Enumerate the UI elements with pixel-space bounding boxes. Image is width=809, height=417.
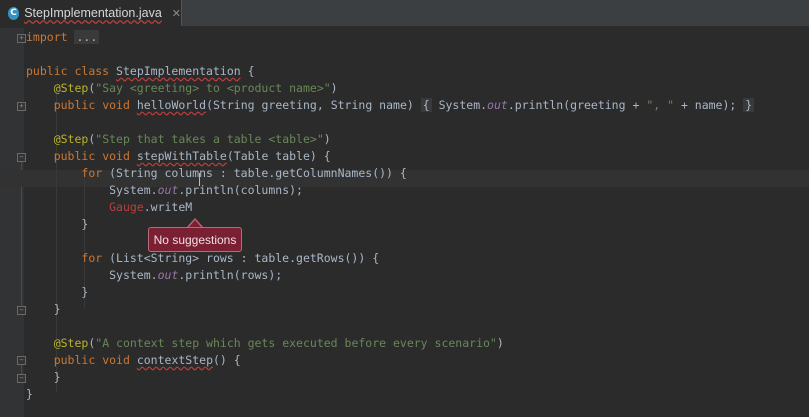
tab-title[interactable]: StepImplementation.java	[24, 6, 162, 20]
code-editor[interactable]: import ... public class StepImplementati…	[26, 28, 809, 417]
fold-end-icon[interactable]: −	[17, 374, 26, 383]
code-line: }	[53, 302, 61, 316]
code-line: @Step("Say <greeting> to <product name>"…	[53, 81, 338, 95]
code-line-current: Gauge.writeM	[109, 200, 193, 214]
code-line: public void stepWithTable(Table table) {	[53, 149, 331, 163]
fold-end-icon[interactable]: −	[17, 306, 26, 315]
code-line: }	[81, 217, 89, 231]
completion-tooltip: No suggestions	[148, 227, 242, 252]
code-line: for (List<String> rows : table.getRows()…	[81, 251, 380, 265]
fold-expand-icon[interactable]: +	[17, 34, 26, 43]
code-line: System.out.println(columns);	[109, 183, 303, 197]
code-line: import ...	[26, 30, 100, 44]
code-line: }	[26, 387, 33, 401]
fold-expand-icon[interactable]: +	[17, 102, 26, 111]
code-line: @Step("Step that takes a table <table>")	[53, 132, 331, 146]
tooltip-text: No suggestions	[153, 232, 237, 247]
folded-imports[interactable]: ...	[74, 30, 100, 44]
editor-tab-bar: C StepImplementation.java ✕	[0, 0, 809, 27]
fold-collapse-icon[interactable]: −	[17, 356, 26, 365]
code-line: System.out.println(rows);	[109, 268, 283, 282]
java-class-icon: C	[8, 6, 20, 20]
code-line: @Step("A context step which gets execute…	[53, 336, 504, 350]
code-line: }	[81, 285, 89, 299]
code-line: public void helloWorld(String greeting, …	[53, 98, 755, 112]
fold-collapse-icon[interactable]: −	[17, 153, 26, 162]
fold-guide	[21, 365, 22, 374]
close-icon[interactable]: ✕	[172, 7, 181, 20]
text-caret	[199, 173, 200, 186]
tab-step-implementation[interactable]: C StepImplementation.java ✕	[0, 0, 182, 26]
code-line: }	[53, 370, 61, 384]
code-line: public void contextStep() {	[53, 353, 241, 367]
code-line: public class StepImplementation {	[26, 64, 255, 78]
code-line: for (String columns : table.getColumnNam…	[81, 166, 407, 180]
